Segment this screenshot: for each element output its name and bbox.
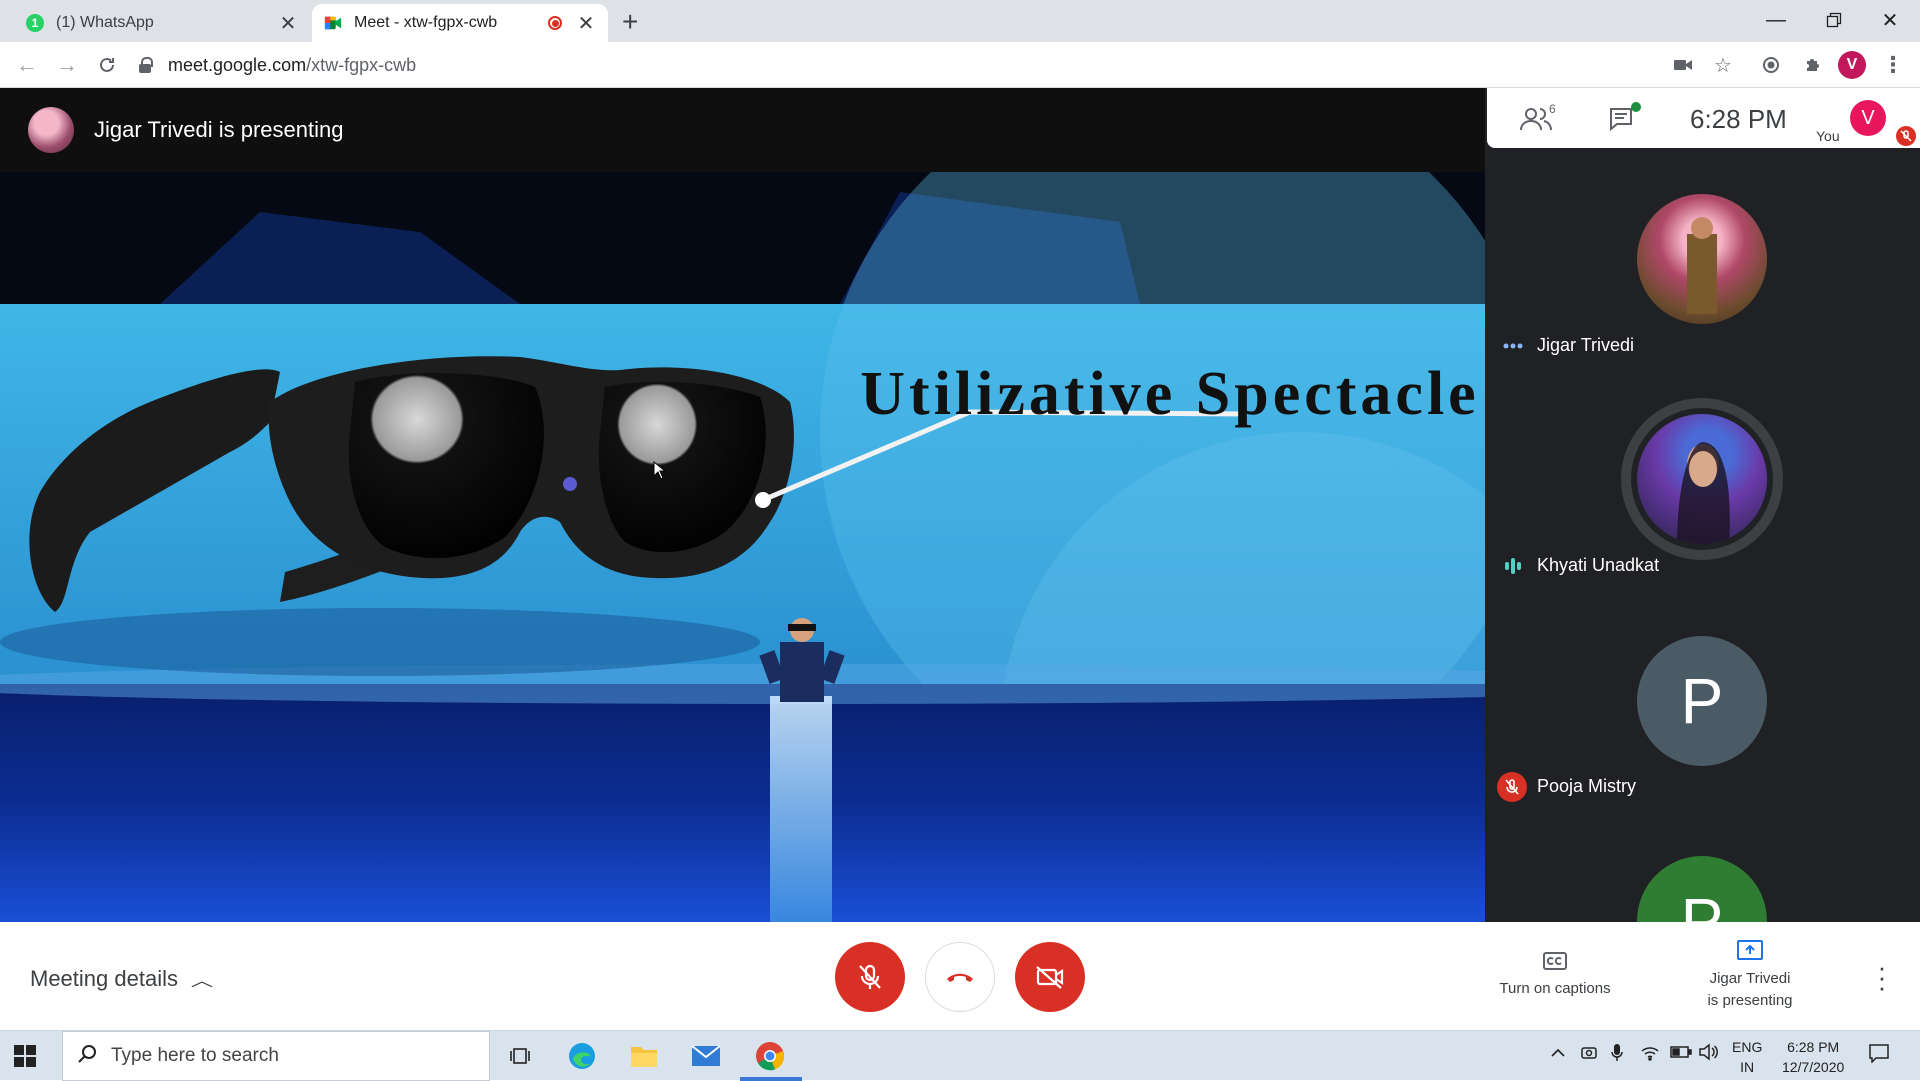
task-view-icon[interactable] — [500, 1039, 540, 1073]
search-placeholder: Type here to search — [111, 1045, 279, 1066]
presenting-label: Jigar Trivedi is presenting — [94, 117, 344, 142]
active-app-indicator — [740, 1077, 802, 1081]
search-icon — [77, 1044, 97, 1069]
participant-tile[interactable]: P — [1487, 856, 1920, 922]
presenting-line-2: is presenting — [1707, 992, 1793, 1009]
people-icon[interactable]: 6 — [1519, 102, 1556, 134]
url-field[interactable]: meet.google.com/xtw-fgpx-cwb — [138, 48, 1908, 82]
more-options-icon[interactable]: · · · — [1872, 954, 1892, 1000]
captions-button[interactable]: Turn on captions — [1480, 950, 1630, 1000]
participant-tile[interactable]: P Pooja Mistry — [1487, 634, 1920, 854]
chevron-up-icon: ︿ — [190, 973, 214, 990]
close-tab-icon[interactable]: ✕ — [576, 11, 596, 36]
whatsapp-icon: 1 — [26, 14, 44, 32]
address-bar-row: ← → meet.google.com/xtw-fgpx-cwb — [0, 42, 1920, 88]
speaking-indicator-icon — [1501, 554, 1525, 578]
meeting-clock: 6:28 PM — [1690, 104, 1787, 134]
camera-icon[interactable] — [1668, 50, 1698, 80]
tab-whatsapp[interactable]: 1 (1) WhatsApp ✕ — [14, 4, 310, 42]
participant-avatar — [1637, 194, 1767, 324]
system-time: 6:28 PM — [1787, 1039, 1840, 1055]
captions-label: Turn on captions — [1499, 980, 1611, 997]
google-meet-icon — [324, 14, 342, 32]
chrome-icon[interactable] — [750, 1039, 790, 1073]
recording-icon — [548, 16, 562, 30]
camera-off-icon — [1036, 966, 1064, 989]
tray-chevron-up-icon[interactable] — [1550, 1045, 1566, 1061]
participant-name: Khyati Unadkat — [1537, 555, 1660, 575]
system-clock[interactable]: 6:28 PM 12/7/2020 — [1782, 1037, 1844, 1077]
microphone-toggle-button[interactable] — [835, 942, 905, 1012]
language-line-2: IN — [1740, 1059, 1755, 1075]
back-icon[interactable]: ← — [12, 50, 42, 80]
meeting-details-label: Meeting details — [30, 966, 178, 991]
closed-captions-icon — [1480, 950, 1630, 972]
present-now-button[interactable]: Jigar Trivedi is presenting — [1680, 938, 1820, 1012]
new-tab-button[interactable]: + — [622, 6, 638, 38]
camera-toggle-button[interactable] — [1015, 942, 1085, 1012]
close-window-icon[interactable]: ✕ — [1862, 0, 1918, 40]
chat-notification-dot — [1631, 102, 1641, 112]
mail-icon[interactable] — [686, 1039, 726, 1073]
forward-icon[interactable]: → — [52, 50, 82, 80]
participant-tile[interactable]: Jigar Trivedi — [1487, 190, 1920, 410]
slide-image: Utilizative Spectacle — [0, 172, 1485, 922]
tab-title: Meet - xtw-fgpx-cwb — [354, 14, 498, 31]
meeting-details-button[interactable]: Meeting details ︿ — [30, 966, 214, 992]
restore-icon[interactable] — [1806, 0, 1862, 40]
microphone-tray-icon[interactable] — [1610, 1043, 1624, 1066]
hang-up-icon — [947, 973, 973, 982]
profile-avatar[interactable]: V — [1838, 51, 1866, 79]
leave-call-button[interactable] — [925, 942, 995, 1012]
slide-title: Utilizative Spectacle — [860, 360, 1479, 428]
people-count: 6 — [1549, 102, 1556, 116]
participant-initial-avatar: P — [1637, 636, 1767, 766]
battery-icon[interactable] — [1670, 1045, 1692, 1062]
muted-mic-icon — [1497, 772, 1527, 802]
shared-screen: Utilizative Spectacle — [0, 172, 1485, 922]
reload-icon[interactable] — [92, 50, 122, 80]
participant-initial-avatar: P — [1637, 856, 1767, 922]
puzzle-extensions-icon[interactable] — [1798, 50, 1828, 80]
language-line-1: ENG — [1732, 1039, 1763, 1055]
present-screen-icon — [1680, 938, 1820, 962]
edge-browser-icon[interactable] — [562, 1039, 602, 1073]
self-avatar[interactable]: V — [1850, 100, 1886, 136]
tab-meet[interactable]: Meet - xtw-fgpx-cwb ✕ — [312, 4, 608, 42]
presenter-avatar — [28, 107, 74, 153]
windows-start-icon[interactable] — [14, 1045, 36, 1072]
participant-name: Jigar Trivedi — [1537, 335, 1635, 355]
lock-icon — [138, 57, 153, 73]
system-date: 12/7/2020 — [1782, 1059, 1845, 1075]
url-path: /xtw-fgpx-cwb — [306, 54, 417, 75]
presenting-line-1: Jigar Trivedi — [1709, 970, 1791, 987]
tab-title: (1) WhatsApp — [56, 14, 154, 31]
minimize-icon[interactable]: — — [1748, 0, 1804, 40]
bookmark-star-icon[interactable]: ☆ — [1708, 50, 1738, 80]
language-indicator[interactable]: ENG IN — [1732, 1037, 1762, 1077]
presentation-stage: Jigar Trivedi is presenting Utilizative … — [0, 88, 1485, 922]
chat-icon[interactable] — [1605, 102, 1641, 134]
chrome-menu-icon[interactable]: ⋮ — [1878, 50, 1908, 80]
participant-tile[interactable]: Khyati Unadkat — [1487, 398, 1920, 618]
windows-taskbar: Type here to search ENG IN 6:28 PM 12/7/… — [0, 1030, 1920, 1081]
browser-tab-bar: 1 (1) WhatsApp ✕ Meet - xtw-fgpx-cwb ✕ +… — [0, 0, 1920, 42]
participant-name: Pooja Mistry — [1537, 776, 1637, 796]
taskbar-search-box[interactable]: Type here to search — [62, 1031, 490, 1081]
extension-circle-icon[interactable] — [1756, 50, 1786, 80]
more-dots-icon — [1501, 334, 1525, 358]
meet-now-icon[interactable] — [1580, 1043, 1598, 1066]
call-controls-bar: Meeting details ︿ Turn on captions Jigar… — [0, 922, 1920, 1030]
mic-off-icon — [859, 964, 881, 989]
notifications-icon[interactable] — [1868, 1043, 1890, 1066]
presenter-banner: Jigar Trivedi is presenting — [0, 88, 1485, 172]
network-icon[interactable] — [1640, 1045, 1660, 1064]
self-muted-icon — [1896, 126, 1916, 146]
volume-icon[interactable] — [1698, 1043, 1718, 1064]
url-host: meet.google.com — [168, 54, 307, 75]
file-explorer-icon[interactable] — [624, 1039, 664, 1073]
close-tab-icon[interactable]: ✕ — [278, 11, 298, 36]
participant-avatar — [1637, 414, 1767, 544]
self-label: You — [1816, 128, 1840, 144]
